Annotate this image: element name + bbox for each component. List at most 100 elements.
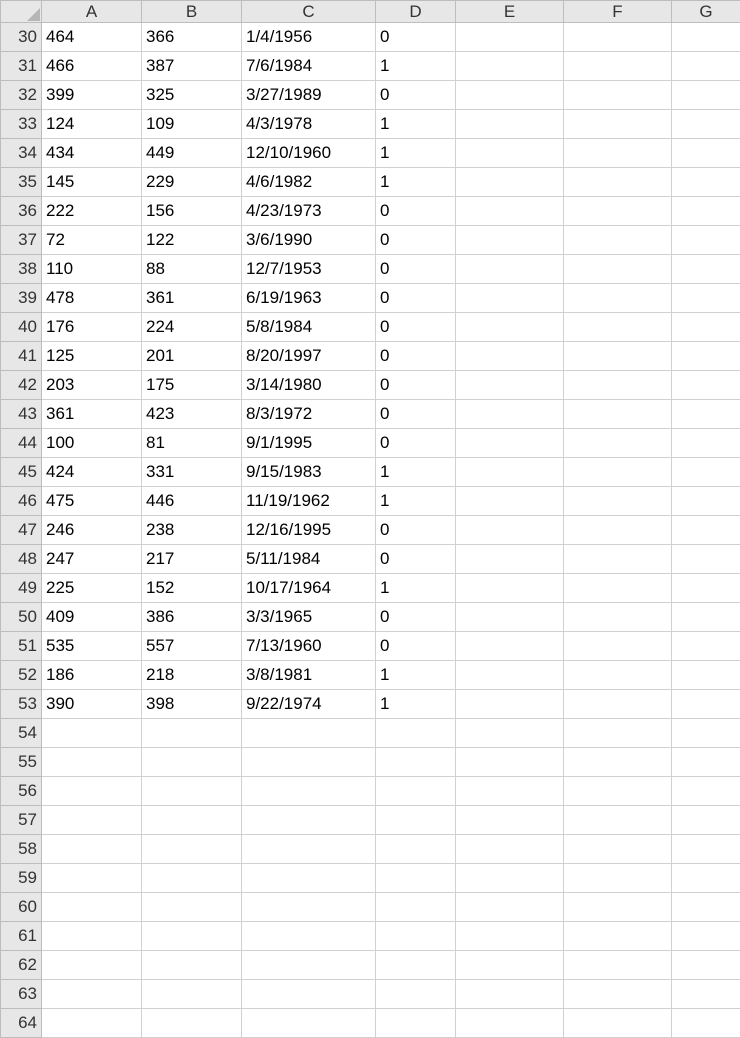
cell-B42[interactable]: 175 [142, 371, 242, 400]
row-header[interactable]: 60 [1, 893, 42, 922]
cell-E46[interactable] [456, 487, 564, 516]
cell-G55[interactable] [672, 748, 740, 777]
cell-D43[interactable]: 0 [376, 400, 456, 429]
cell-A51[interactable]: 535 [42, 632, 142, 661]
cell-E38[interactable] [456, 255, 564, 284]
row-header[interactable]: 56 [1, 777, 42, 806]
cell-A31[interactable]: 466 [42, 52, 142, 81]
cell-D38[interactable]: 0 [376, 255, 456, 284]
cell-D50[interactable]: 0 [376, 603, 456, 632]
cell-C44[interactable]: 9/1/1995 [242, 429, 376, 458]
cell-C64[interactable] [242, 1009, 376, 1038]
cell-B30[interactable]: 366 [142, 23, 242, 52]
cell-F33[interactable] [564, 110, 672, 139]
cell-G35[interactable] [672, 168, 740, 197]
cell-A59[interactable] [42, 864, 142, 893]
row-header[interactable]: 38 [1, 255, 42, 284]
cell-B51[interactable]: 557 [142, 632, 242, 661]
cell-D52[interactable]: 1 [376, 661, 456, 690]
row-header[interactable]: 54 [1, 719, 42, 748]
row-header[interactable]: 34 [1, 139, 42, 168]
cell-C38[interactable]: 12/7/1953 [242, 255, 376, 284]
cell-B49[interactable]: 152 [142, 574, 242, 603]
cell-G39[interactable] [672, 284, 740, 313]
cell-C42[interactable]: 3/14/1980 [242, 371, 376, 400]
cell-B35[interactable]: 229 [142, 168, 242, 197]
col-header-D[interactable]: D [376, 1, 456, 23]
row-header[interactable]: 61 [1, 922, 42, 951]
cell-G34[interactable] [672, 139, 740, 168]
cell-A46[interactable]: 475 [42, 487, 142, 516]
cell-D34[interactable]: 1 [376, 139, 456, 168]
cell-A44[interactable]: 100 [42, 429, 142, 458]
cell-F57[interactable] [564, 806, 672, 835]
cell-E56[interactable] [456, 777, 564, 806]
cell-F36[interactable] [564, 197, 672, 226]
cell-D41[interactable]: 0 [376, 342, 456, 371]
cell-G56[interactable] [672, 777, 740, 806]
cell-E35[interactable] [456, 168, 564, 197]
cell-B39[interactable]: 361 [142, 284, 242, 313]
cell-E41[interactable] [456, 342, 564, 371]
cell-E62[interactable] [456, 951, 564, 980]
cell-C35[interactable]: 4/6/1982 [242, 168, 376, 197]
cell-B52[interactable]: 218 [142, 661, 242, 690]
cell-F31[interactable] [564, 52, 672, 81]
row-header[interactable]: 57 [1, 806, 42, 835]
cell-C41[interactable]: 8/20/1997 [242, 342, 376, 371]
cell-A36[interactable]: 222 [42, 197, 142, 226]
cell-E63[interactable] [456, 980, 564, 1009]
row-header[interactable]: 35 [1, 168, 42, 197]
cell-D32[interactable]: 0 [376, 81, 456, 110]
cell-A41[interactable]: 125 [42, 342, 142, 371]
cell-F63[interactable] [564, 980, 672, 1009]
cell-B43[interactable]: 423 [142, 400, 242, 429]
cell-C51[interactable]: 7/13/1960 [242, 632, 376, 661]
cell-D39[interactable]: 0 [376, 284, 456, 313]
cell-A61[interactable] [42, 922, 142, 951]
cell-A43[interactable]: 361 [42, 400, 142, 429]
cell-E55[interactable] [456, 748, 564, 777]
cell-D30[interactable]: 0 [376, 23, 456, 52]
cell-B32[interactable]: 325 [142, 81, 242, 110]
cell-G40[interactable] [672, 313, 740, 342]
cell-B50[interactable]: 386 [142, 603, 242, 632]
cell-C48[interactable]: 5/11/1984 [242, 545, 376, 574]
cell-F41[interactable] [564, 342, 672, 371]
cell-E37[interactable] [456, 226, 564, 255]
cell-B36[interactable]: 156 [142, 197, 242, 226]
cell-D64[interactable] [376, 1009, 456, 1038]
cell-G49[interactable] [672, 574, 740, 603]
cell-G33[interactable] [672, 110, 740, 139]
cell-E31[interactable] [456, 52, 564, 81]
cell-G52[interactable] [672, 661, 740, 690]
cell-E32[interactable] [456, 81, 564, 110]
cell-E47[interactable] [456, 516, 564, 545]
cell-E52[interactable] [456, 661, 564, 690]
cell-D60[interactable] [376, 893, 456, 922]
cell-F44[interactable] [564, 429, 672, 458]
cell-B61[interactable] [142, 922, 242, 951]
cell-D63[interactable] [376, 980, 456, 1009]
cell-D53[interactable]: 1 [376, 690, 456, 719]
cell-F40[interactable] [564, 313, 672, 342]
row-header[interactable]: 46 [1, 487, 42, 516]
cell-D61[interactable] [376, 922, 456, 951]
cell-D37[interactable]: 0 [376, 226, 456, 255]
cell-A57[interactable] [42, 806, 142, 835]
cell-B44[interactable]: 81 [142, 429, 242, 458]
cell-A32[interactable]: 399 [42, 81, 142, 110]
select-all-corner[interactable] [1, 1, 42, 23]
cell-B59[interactable] [142, 864, 242, 893]
cell-C33[interactable]: 4/3/1978 [242, 110, 376, 139]
cell-B33[interactable]: 109 [142, 110, 242, 139]
cell-C60[interactable] [242, 893, 376, 922]
cell-A42[interactable]: 203 [42, 371, 142, 400]
cell-E51[interactable] [456, 632, 564, 661]
cell-F54[interactable] [564, 719, 672, 748]
cell-C45[interactable]: 9/15/1983 [242, 458, 376, 487]
cell-A60[interactable] [42, 893, 142, 922]
cell-G44[interactable] [672, 429, 740, 458]
cell-C56[interactable] [242, 777, 376, 806]
cell-C62[interactable] [242, 951, 376, 980]
